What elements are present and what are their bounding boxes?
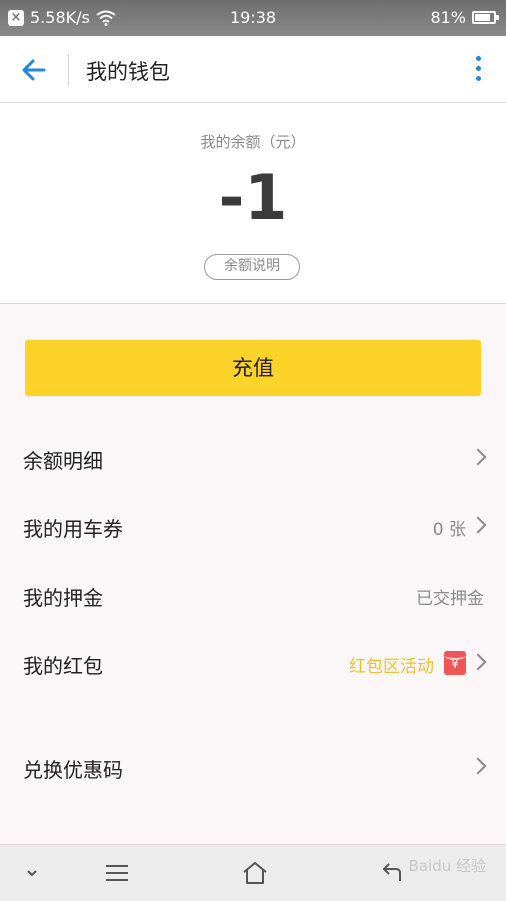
home-icon[interactable]	[240, 859, 270, 887]
battery-percent: 81%	[430, 8, 466, 27]
battery-icon	[472, 11, 499, 24]
more-options-icon[interactable]	[472, 56, 484, 84]
chevron-right-icon	[469, 653, 487, 671]
menu-item-label: 兑换优惠码	[23, 758, 123, 782]
page-title: 我的钱包	[86, 60, 170, 84]
menu-item-red-packet[interactable]: 我的红包 红包区活动 ¥	[0, 630, 506, 698]
recharge-button[interactable]: 充值	[25, 340, 481, 396]
chevron-down-icon[interactable]	[18, 859, 48, 887]
chevron-right-icon	[469, 448, 487, 466]
back-arrow-icon[interactable]	[18, 54, 50, 86]
menu-item-deposit[interactable]: 我的押金 已交押金	[0, 562, 506, 630]
red-packet-icon: ¥	[444, 651, 466, 675]
menu-item-coupons[interactable]: 我的用车券 0 张	[0, 493, 506, 561]
menu-item-promo-code[interactable]: 兑换优惠码	[0, 734, 506, 802]
status-right: 81%	[430, 8, 499, 27]
app-header: 我的钱包	[0, 36, 506, 103]
red-packet-activity: 红包区活动	[349, 657, 434, 677]
menu-item-balance-detail[interactable]: 余额明细	[0, 425, 506, 493]
status-bar: × 5.58K/s 19:38 81%	[0, 0, 506, 36]
menu-icon[interactable]	[103, 859, 133, 887]
chevron-right-icon	[469, 516, 487, 534]
watermark: Baidu 经验	[408, 857, 486, 875]
balance-label: 我的余额（元）	[200, 133, 306, 151]
back-icon[interactable]	[378, 859, 408, 887]
menu-item-label: 余额明细	[23, 449, 103, 473]
menu-item-label: 我的押金	[23, 586, 103, 610]
balance-amount: -1	[218, 161, 288, 234]
system-nav-bar: Baidu 经验	[0, 844, 506, 901]
menu-item-label: 我的用车券	[23, 517, 123, 541]
balance-explain-button[interactable]: 余额说明	[204, 254, 300, 280]
chevron-right-icon	[469, 757, 487, 775]
menu-item-label: 我的红包	[23, 654, 103, 678]
header-divider	[68, 54, 69, 86]
balance-section: 我的余额（元） -1 余额说明	[0, 103, 506, 304]
deposit-status: 已交押金	[416, 589, 484, 609]
coupon-count: 0 张	[432, 520, 466, 540]
